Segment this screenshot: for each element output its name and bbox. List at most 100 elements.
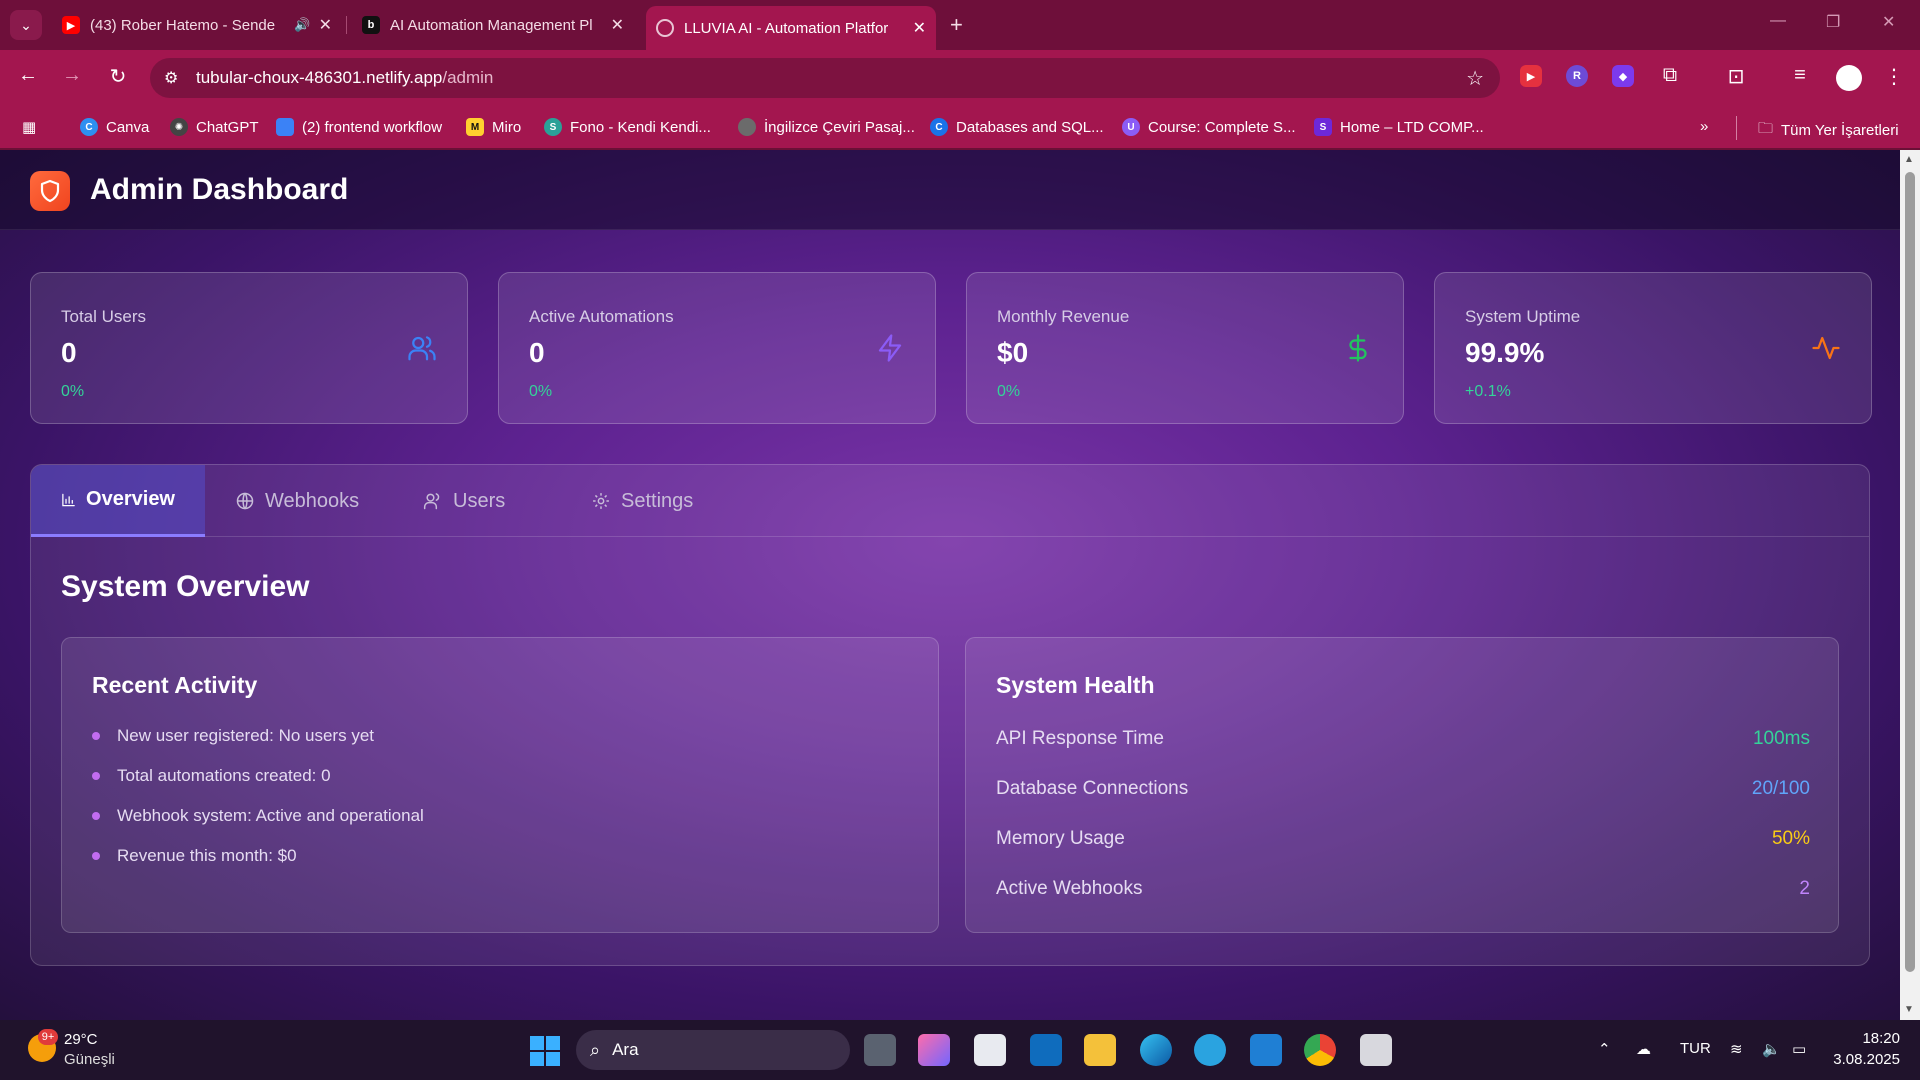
users-icon	[408, 336, 436, 361]
chrome-icon[interactable]	[1304, 1034, 1336, 1066]
bookmark-course[interactable]: U Course: Complete S...	[1122, 118, 1296, 136]
telegram-icon[interactable]	[1194, 1034, 1226, 1066]
stat-change: +0.1%	[1465, 383, 1511, 400]
forward-icon[interactable]: →	[58, 64, 86, 87]
speaker-icon[interactable]: 🔊	[294, 17, 310, 33]
edge-icon[interactable]	[1140, 1034, 1172, 1066]
youtube-icon: ▶	[62, 16, 80, 34]
bookmark-label: Canva	[106, 118, 150, 136]
stat-card-active-automations: Active Automations 0 0%	[498, 272, 936, 424]
stat-value: $0	[997, 337, 1029, 368]
bookmark-canva[interactable]: C Canva	[80, 118, 149, 136]
bookmark-databases[interactable]: C Databases and SQL...	[930, 118, 1104, 136]
bookmark-ingilizce[interactable]: İngilizce Çeviri Pasaj...	[738, 118, 915, 136]
bookmark-star-icon[interactable]: ☆	[1466, 66, 1484, 91]
all-bookmarks-folder[interactable]: 🗀 Tüm Yer İşaretleri	[1758, 118, 1899, 143]
tab-title: AI Automation Management Pl	[390, 16, 593, 34]
profile-avatar[interactable]	[1836, 65, 1862, 91]
activity-item: Webhook system: Active and operational	[92, 806, 424, 826]
screenshot-icon[interactable]: ⊡	[1722, 64, 1750, 89]
back-icon[interactable]: ←	[14, 64, 42, 87]
browser-tab-youtube[interactable]: ▶ (43) Rober Hatemo - Sende 🔊 ✕	[52, 8, 342, 42]
scroll-thumb[interactable]	[1905, 172, 1915, 972]
onedrive-icon[interactable]: ☁	[1636, 1040, 1651, 1058]
activity-item: Total automations created: 0	[92, 766, 331, 786]
windows-start-icon[interactable]	[530, 1036, 560, 1066]
activity-text: Revenue this month: $0	[117, 846, 297, 865]
activity-text: New user registered: No users yet	[117, 726, 374, 745]
reload-icon[interactable]: ↻	[104, 64, 132, 89]
close-window-icon[interactable]: ✕	[1882, 12, 1895, 32]
browser-tab-lluvia[interactable]: LLUVIA AI - Automation Platfor ✕	[646, 6, 936, 50]
chatgpt-icon: ✺	[170, 118, 188, 136]
bolt-b-icon: b	[362, 16, 380, 34]
activity-text: Total automations created: 0	[117, 766, 331, 785]
scroll-up-icon[interactable]: ▲	[1904, 154, 1914, 165]
battery-icon[interactable]: ▭	[1792, 1040, 1806, 1058]
vscode-icon[interactable]	[1250, 1034, 1282, 1066]
users-icon	[423, 493, 440, 510]
tab-title: (43) Rober Hatemo - Sende	[90, 16, 276, 34]
menu-kebab-icon[interactable]: ⋮	[1880, 64, 1908, 89]
health-row-memory: Memory Usage 50%	[996, 828, 1810, 850]
bar-chart-icon	[62, 493, 75, 506]
zap-icon	[878, 334, 902, 362]
app-header: Admin Dashboard	[0, 150, 1900, 230]
outlook-icon[interactable]	[1030, 1034, 1062, 1066]
restore-icon[interactable]: ❐	[1826, 12, 1840, 32]
tab-search-button[interactable]: ⌄	[10, 10, 42, 40]
taskbar-search[interactable]: ⌕ Ara	[576, 1030, 850, 1070]
bullet-dot	[92, 772, 100, 780]
close-tab-icon[interactable]: ✕	[611, 15, 624, 35]
page-scrollbar[interactable]: ▲ ▼	[1900, 150, 1920, 1020]
volume-icon[interactable]: 🔈	[1762, 1040, 1781, 1058]
tab-users[interactable]: Users	[393, 465, 535, 537]
windows-taskbar: 9+ 29°C Güneşli ⌕ Ara ⌃ ☁ TUR ≋ 🔈 ▭ 18:2…	[0, 1020, 1920, 1080]
bullet-dot	[92, 852, 100, 860]
apps-grid-icon[interactable]: ▦	[22, 118, 36, 136]
bookmark-fono[interactable]: S Fono - Kendi Kendi...	[544, 118, 711, 136]
more-bookmarks-icon[interactable]: »	[1700, 118, 1708, 135]
tab-webhooks[interactable]: Webhooks	[205, 465, 389, 537]
tray-chevron-icon[interactable]: ⌃	[1598, 1040, 1611, 1058]
clock-time[interactable]: 18:20	[1840, 1030, 1900, 1047]
media-control-icon[interactable]: ≡	[1786, 64, 1814, 87]
snipping-tool-icon[interactable]	[1360, 1034, 1392, 1066]
address-bar[interactable]: ⚙ tubular-choux-486301.netlify.app/admin…	[150, 58, 1500, 98]
clock-date[interactable]: 3.08.2025	[1820, 1051, 1900, 1068]
weather-temperature[interactable]: 29°C	[64, 1031, 98, 1048]
bookmark-frontend-workflow[interactable]: (2) frontend workflow	[276, 118, 442, 136]
task-view-icon[interactable]	[864, 1034, 896, 1066]
tab-settings[interactable]: Settings	[561, 465, 723, 537]
extension-lr-icon[interactable]: R	[1566, 65, 1588, 87]
dashboard-tabs: Overview Webhooks Users Settings	[31, 465, 1869, 537]
new-tab-button[interactable]: +	[950, 12, 963, 38]
admin-page: Admin Dashboard Total Users 0 0% Active …	[0, 150, 1900, 1020]
extension-shield-icon[interactable]: ◆	[1612, 65, 1634, 87]
language-indicator[interactable]: TUR	[1680, 1040, 1711, 1057]
bookmark-home-ltd[interactable]: S Home – LTD COMP...	[1314, 118, 1484, 136]
store-icon[interactable]	[974, 1034, 1006, 1066]
folder-icon: 🗀	[1758, 120, 1774, 137]
tab-overview[interactable]: Overview	[31, 465, 205, 537]
bookmark-miro[interactable]: M Miro	[466, 118, 521, 136]
minimize-icon[interactable]: —	[1770, 12, 1786, 30]
bookmark-chatgpt[interactable]: ✺ ChatGPT	[170, 118, 259, 136]
bookmark-label: Tüm Yer İşaretleri	[1781, 122, 1899, 139]
close-tab-icon[interactable]: ✕	[913, 18, 926, 38]
browser-tab-automation[interactable]: b AI Automation Management Pl ✕	[352, 8, 634, 42]
file-explorer-icon[interactable]	[1084, 1034, 1116, 1066]
globe-icon	[656, 19, 674, 37]
close-tab-icon[interactable]: ✕	[319, 15, 332, 35]
scroll-down-icon[interactable]: ▼	[1904, 1004, 1914, 1015]
url-host: tubular-choux-486301.netlify.app	[196, 68, 443, 87]
site-settings-icon[interactable]: ⚙	[164, 68, 178, 88]
wifi-icon[interactable]: ≋	[1730, 1040, 1743, 1058]
weather-condition[interactable]: Güneşli	[64, 1051, 115, 1068]
stat-value: 0	[529, 337, 545, 368]
search-placeholder: Ara	[612, 1040, 639, 1059]
stat-label: Monthly Revenue	[997, 307, 1130, 326]
extension-red-icon[interactable]: ▶	[1520, 65, 1542, 87]
extensions-puzzle-icon[interactable]: ⧉	[1656, 64, 1684, 87]
copilot-icon[interactable]	[918, 1034, 950, 1066]
